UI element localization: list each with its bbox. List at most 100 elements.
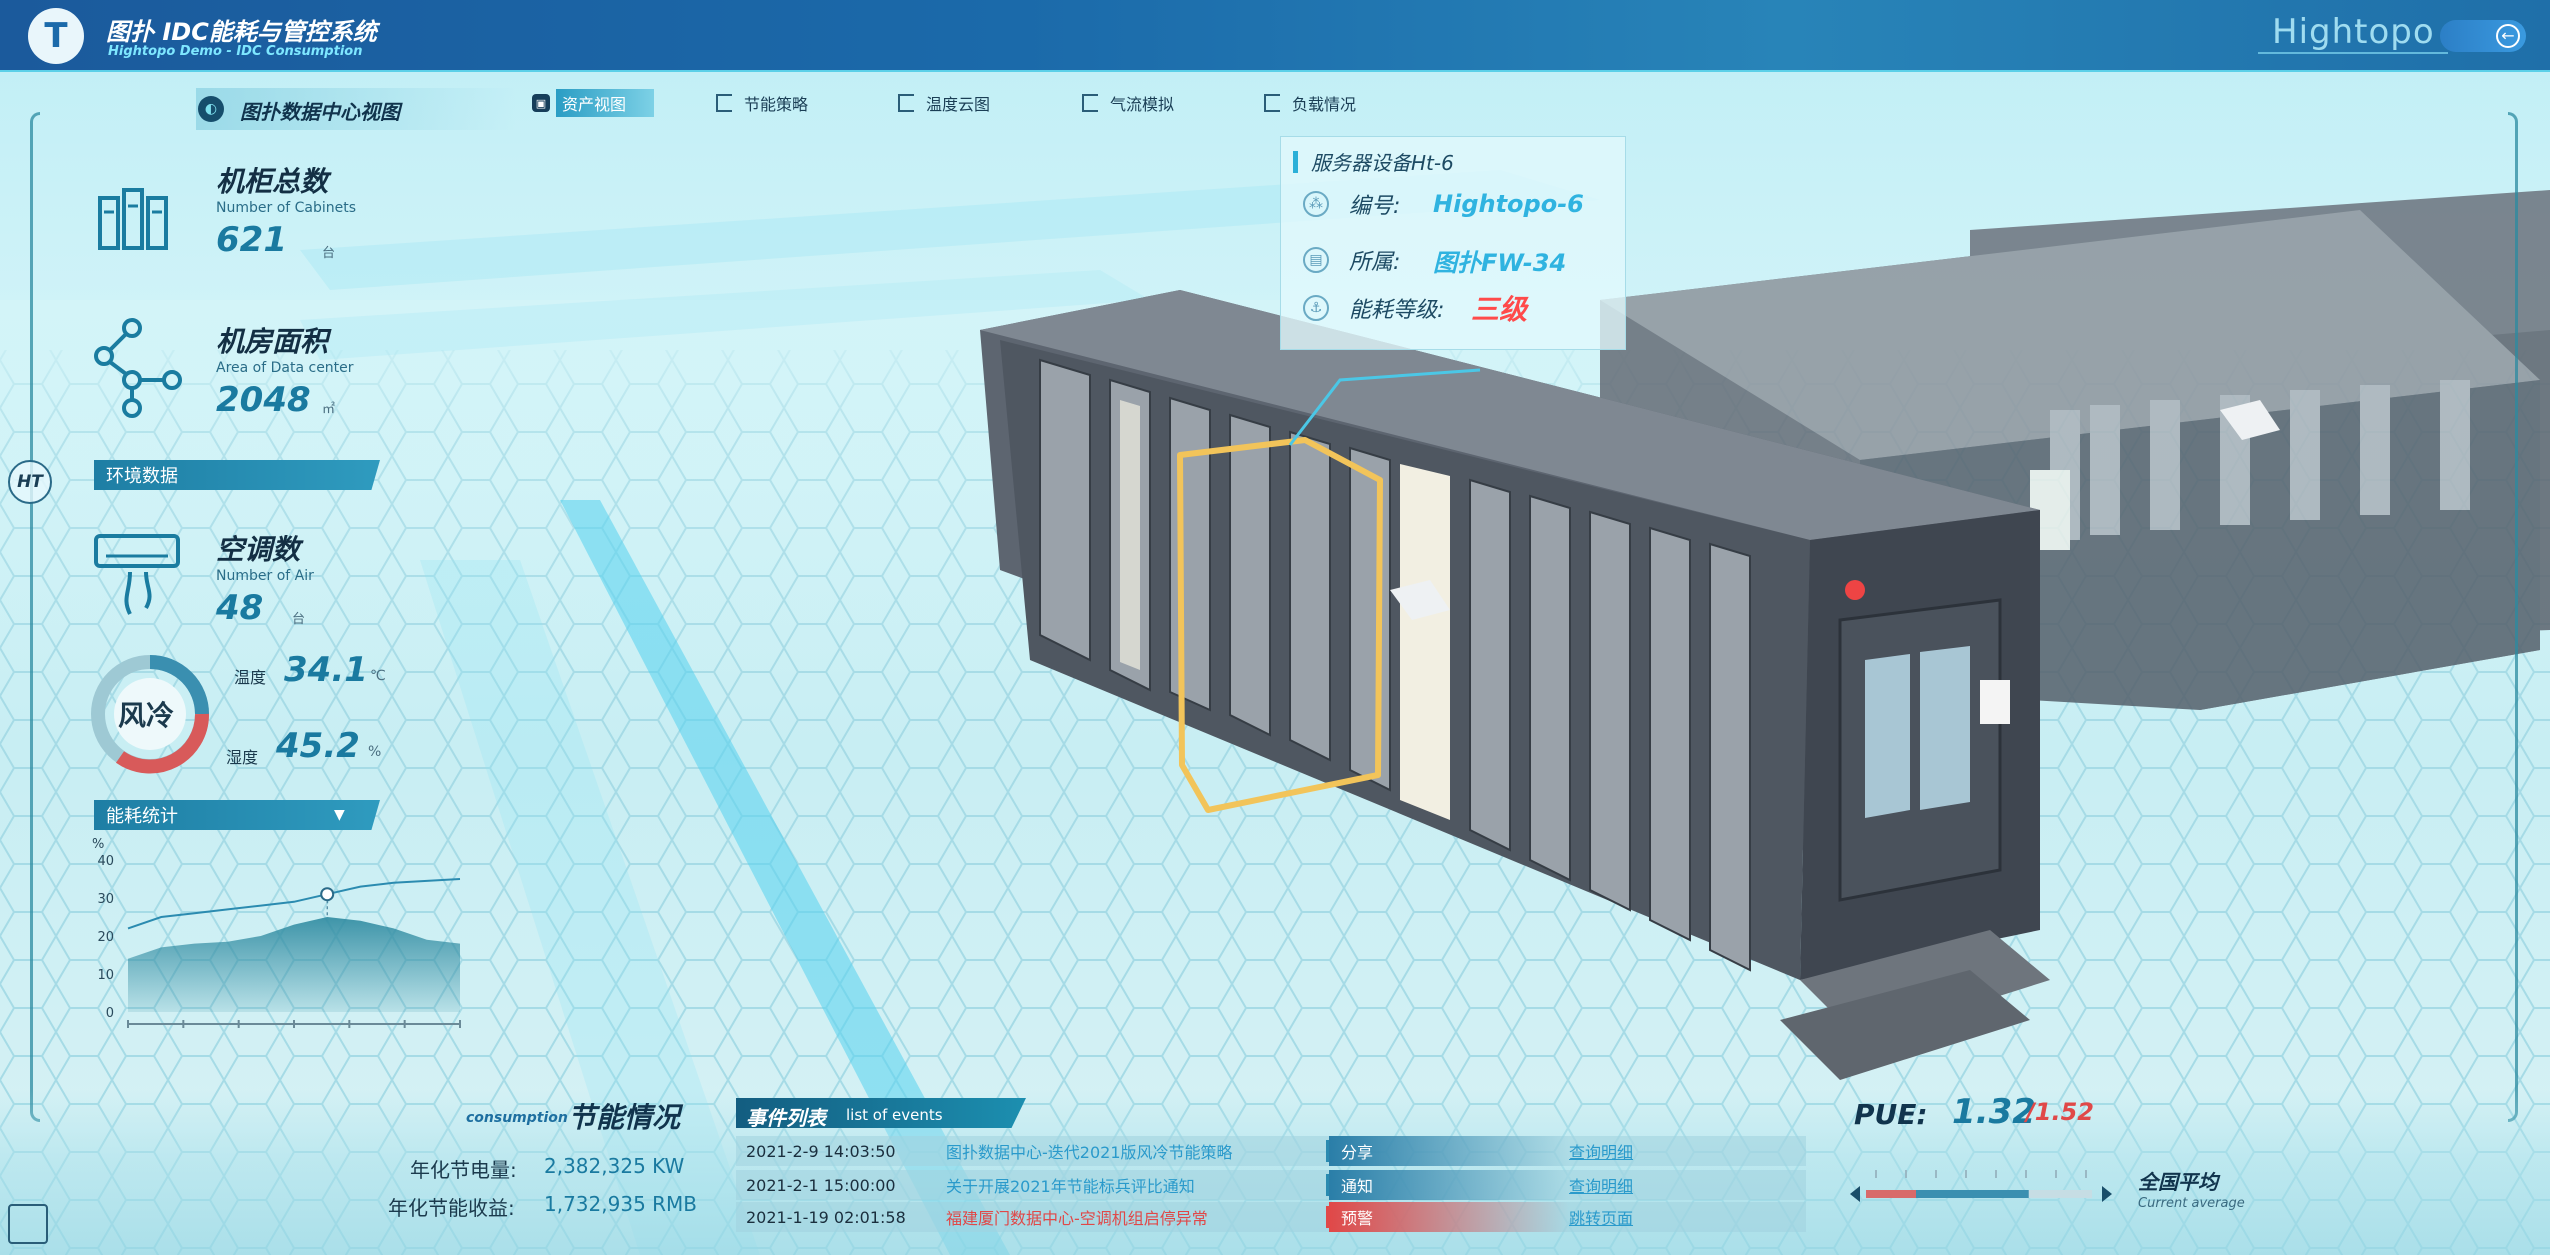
chart-area-series: [128, 917, 460, 1012]
fullscreen-icon[interactable]: [8, 1204, 48, 1244]
humidity-label: 湿度: [226, 748, 259, 767]
event-link[interactable]: 查询明细: [1569, 1139, 1633, 1163]
map-icon: ▤: [1303, 247, 1329, 273]
tab-label: 气流模拟: [1110, 95, 1175, 114]
pue-average: /1.52: [2026, 1098, 2094, 1126]
air-conditioner-icon: [94, 534, 180, 615]
air-title: 空调数: [216, 533, 301, 566]
cabinets-unit: 台: [322, 246, 336, 261]
bracket-icon: [898, 94, 914, 112]
chart-y-unit: %: [92, 837, 104, 852]
temperature-unit: ℃: [370, 668, 386, 684]
network-nodes-icon: [94, 318, 182, 418]
tooltip-row-owner: ▤ 所属: 图扑FW-34: [1303, 243, 1566, 277]
bracket-icon: [716, 94, 732, 112]
event-link[interactable]: 查询明细: [1569, 1173, 1633, 1197]
air-unit: 台: [292, 612, 306, 627]
asset-view-icon: ▣: [532, 94, 550, 112]
app-subtitle: Hightopo Demo - IDC Consumption: [108, 44, 363, 59]
ht-badge: HT: [8, 460, 52, 504]
tab-load-status[interactable]: 负载情况: [1264, 90, 1356, 116]
dashboard: T 图扑 IDC能耗与管控系统 Hightopo Demo - IDC Cons…: [0, 0, 2550, 1255]
national-average-subtitle: Current average: [2138, 1196, 2245, 1211]
temperature-value: 34.1: [284, 650, 368, 690]
tooltip-key: 能耗等级:: [1349, 298, 1445, 323]
event-title: 福建厦门数据中心-空调机组启停异常: [946, 1209, 1208, 1228]
area-title: 机房面积: [216, 325, 329, 358]
energy-section-label: 能耗统计: [106, 806, 178, 827]
event-list-subtitle: list of events: [846, 1106, 943, 1124]
event-type: 分享: [1329, 1136, 1569, 1166]
savings-power-label: 年化节电量:: [410, 1158, 517, 1182]
view-icon: ◐: [198, 96, 224, 122]
temperature-label: 温度: [234, 668, 267, 687]
energy-chart: % 0 10 20 30 40: [92, 837, 461, 1028]
area-value: 2048: [216, 380, 311, 420]
chart-y-tick: 10: [97, 968, 114, 983]
bracket-icon: [1082, 94, 1098, 112]
back-button[interactable]: ←: [2440, 20, 2526, 52]
tab-airflow-simulation[interactable]: 气流模拟: [1082, 90, 1174, 116]
dropdown-arrow-icon: ▼: [334, 807, 345, 823]
event-date: 2021-1-19 02:01:58: [746, 1207, 906, 1227]
tab-temperature-cloud[interactable]: 温度云图: [898, 90, 990, 116]
event-row[interactable]: 2021-2-9 14:03:50 图扑数据中心-迭代2021版风冷节能策略 分…: [736, 1136, 1806, 1166]
chart-area: [127, 878, 461, 1012]
savings-revenue-value: 1,732,935 RMB: [544, 1192, 698, 1216]
chart-y-tick: 20: [97, 930, 114, 945]
event-list-title: 事件列表: [746, 1106, 826, 1130]
humidity-value: 45.2: [276, 726, 360, 766]
event-title: 图扑数据中心-迭代2021版风冷节能策略: [946, 1143, 1233, 1162]
savings-revenue-label: 年化节能收益:: [388, 1196, 515, 1220]
pue-label: PUE:: [1854, 1098, 1928, 1131]
tooltip-row-id: ⁂ 编号: Hightopo-6: [1303, 187, 1584, 221]
cabinets-title: 机柜总数: [216, 165, 329, 198]
server-room-3d-view[interactable]: [960, 150, 2550, 1100]
chart-y-tick: 30: [97, 892, 114, 907]
energy-section-header[interactable]: 能耗统计 ▼: [94, 800, 380, 830]
event-row[interactable]: 2021-1-19 02:01:58 福建厦门数据中心-空调机组启停异常 预警 …: [736, 1202, 1806, 1232]
savings-subtitle: consumption: [466, 1110, 568, 1126]
event-link[interactable]: 跳转页面: [1569, 1205, 1633, 1229]
tab-label: 温度云图: [926, 95, 991, 114]
cabinet-icon: [98, 188, 168, 250]
tooltip-value: 三级: [1471, 293, 1528, 326]
area-unit: ㎡: [322, 402, 336, 417]
chart-y-tick: 0: [106, 1006, 114, 1021]
event-type: 预警: [1329, 1202, 1569, 1232]
event-date: 2021-2-1 15:00:00: [746, 1175, 896, 1195]
view-title: 图扑数据中心视图: [240, 100, 400, 124]
brand-text: Hightopo: [2272, 12, 2435, 52]
app-title: 图扑 IDC能耗与管控系统: [106, 18, 377, 46]
chart-marker-point: [320, 887, 335, 902]
top-bar: T 图扑 IDC能耗与管控系统 Hightopo Demo - IDC Cons…: [0, 0, 2550, 72]
cooling-mode-label: 风冷: [118, 699, 175, 732]
national-average-label: 全国平均: [2138, 1170, 2218, 1194]
event-list: 事件列表 list of events 2021-2-9 14:03:50 图扑…: [736, 1098, 1808, 1232]
chart-line-series: [127, 878, 461, 930]
event-title: 关于开展2021年节能标兵评比通知: [946, 1177, 1195, 1196]
event-date: 2021-2-9 14:03:50: [746, 1141, 896, 1161]
right-frame-decoration: [2508, 112, 2518, 1122]
tab-label: 资产视图: [556, 89, 655, 117]
cabinets-subtitle: Number of Cabinets: [216, 200, 357, 216]
tooltip-title-marker: [1293, 151, 1298, 173]
area-subtitle: Area of Data center: [216, 360, 354, 376]
app-logo: T: [28, 8, 84, 64]
tab-energy-strategy[interactable]: 节能策略: [716, 90, 808, 116]
savings-title: 节能情况: [568, 1101, 681, 1134]
air-subtitle: Number of Air: [216, 568, 314, 584]
event-type: 通知: [1329, 1170, 1569, 1200]
savings-power-value: 2,382,325 KW: [544, 1154, 685, 1178]
cabinets-value: 621: [216, 220, 287, 260]
air-value: 48: [216, 588, 264, 628]
pue-value: 1.32: [1952, 1092, 2036, 1132]
tab-asset-view[interactable]: ▣ 资产视图: [532, 89, 655, 117]
bracket-icon: [1264, 94, 1280, 112]
tab-label: 负载情况: [1292, 95, 1357, 114]
chart-y-tick: 40: [97, 854, 114, 869]
brand-underline: [2258, 52, 2448, 54]
network-icon: ⁂: [1303, 191, 1329, 217]
tooltip-value: 图扑FW-34: [1433, 248, 1567, 277]
event-row[interactable]: 2021-2-1 15:00:00 关于开展2021年节能标兵评比通知 通知 查…: [736, 1170, 1806, 1200]
